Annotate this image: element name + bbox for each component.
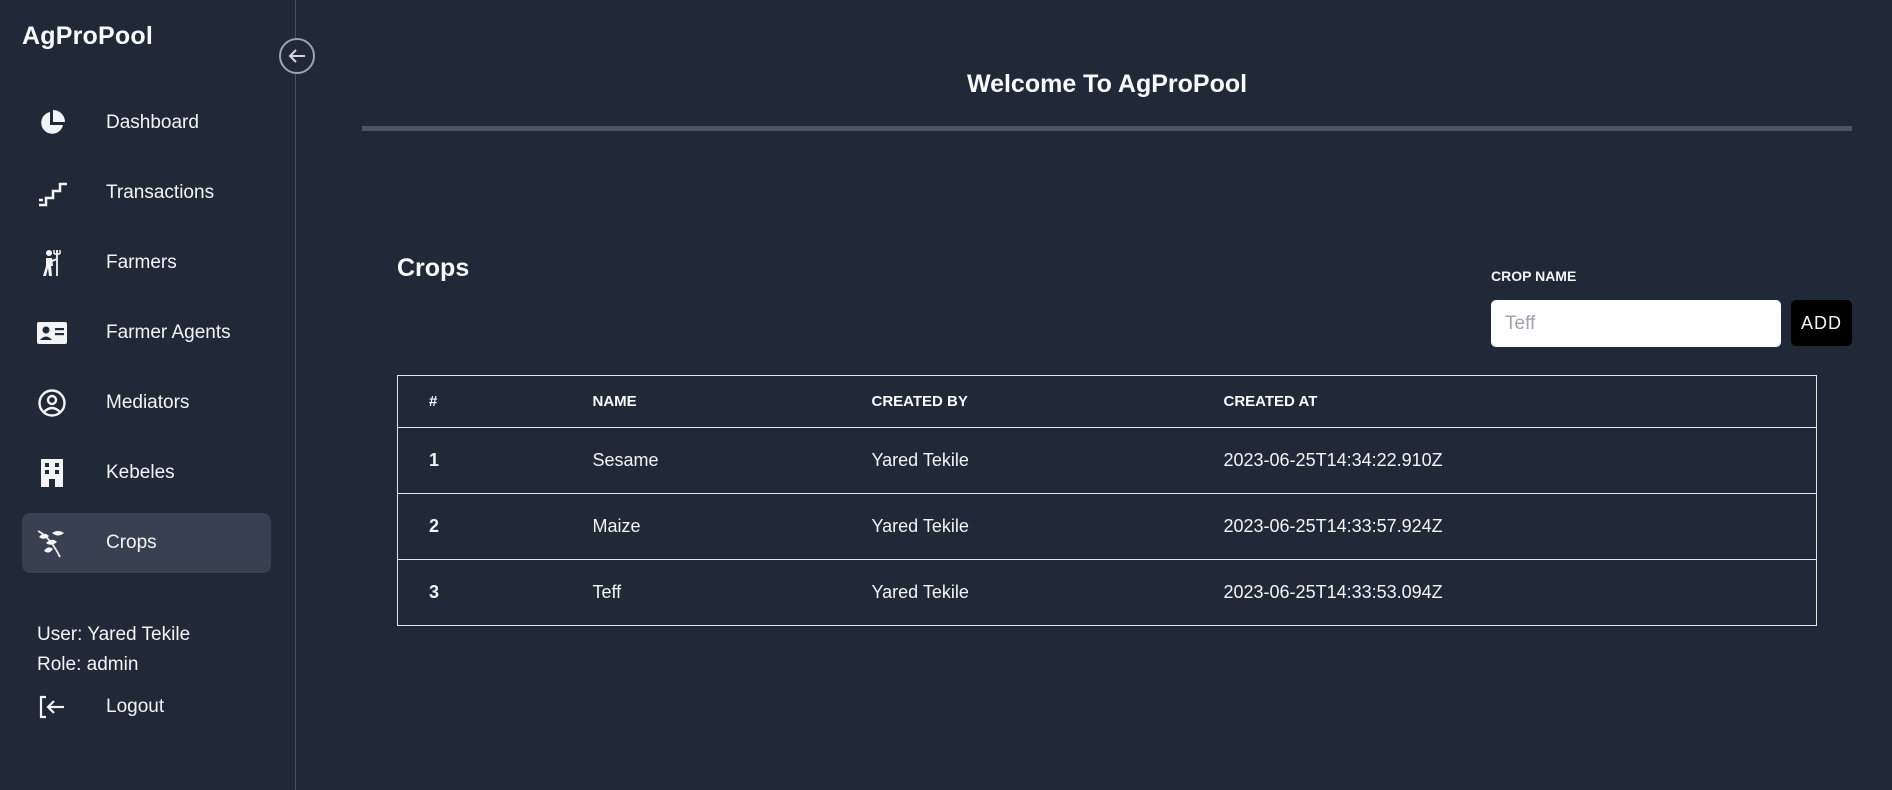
crops-table: # NAME CREATED BY CREATED AT 1 Sesame Ya… [397, 375, 1817, 626]
sidebar-nav: Dashboard Transactions Farmers Farmer Ag… [22, 93, 271, 583]
column-header-number[interactable]: # [397, 375, 593, 428]
arrow-left-icon [288, 49, 305, 63]
table-row[interactable]: 1 Sesame Yared Tekile 2023-06-25T14:34:2… [397, 427, 1817, 494]
building-icon [36, 457, 68, 489]
crop-name-input[interactable] [1491, 300, 1781, 347]
cell-name: Maize [592, 493, 872, 560]
column-header-created-at[interactable]: CREATED AT [1223, 375, 1817, 428]
page-title: Welcome To AgProPool [966, 70, 1248, 98]
table-row[interactable]: 3 Teff Yared Tekile 2023-06-25T14:33:53.… [397, 559, 1817, 626]
section-title: Crops [397, 254, 470, 282]
logout-label: Logout [106, 696, 165, 717]
user-circle-icon [36, 387, 68, 419]
farmer-icon [36, 247, 68, 279]
cell-created-by: Yared Tekile [871, 493, 1224, 560]
sidebar-item-label: Transactions [106, 182, 215, 203]
sidebar-item-label: Farmer Agents [106, 322, 231, 343]
sidebar-item-label: Kebeles [106, 462, 175, 483]
sidebar-item-farmer-agents[interactable]: Farmer Agents [22, 303, 271, 363]
sidebar-item-kebeles[interactable]: Kebeles [22, 443, 271, 503]
logout-icon [36, 691, 68, 723]
stairs-icon [36, 177, 68, 209]
app-logo[interactable]: AgProPool [22, 22, 153, 51]
cell-created-at: 2023-06-25T14:33:53.094Z [1223, 559, 1817, 626]
cell-name: Teff [592, 559, 872, 626]
cell-created-by: Yared Tekile [871, 559, 1224, 626]
cell-created-at: 2023-06-25T14:34:22.910Z [1223, 427, 1817, 494]
user-role: Role: admin [37, 654, 139, 675]
table-header-row: # NAME CREATED BY CREATED AT [397, 375, 1817, 428]
sidebar-item-transactions[interactable]: Transactions [22, 163, 271, 223]
cell-number: 3 [397, 559, 593, 626]
sidebar-item-farmers[interactable]: Farmers [22, 233, 271, 293]
logout-button[interactable]: Logout [36, 690, 164, 724]
user-name: User: Yared Tekile [37, 624, 191, 645]
column-header-created-by[interactable]: CREATED BY [871, 375, 1224, 428]
header-divider [362, 126, 1852, 131]
crop-name-label: CROP NAME [1491, 268, 1577, 284]
table-row[interactable]: 2 Maize Yared Tekile 2023-06-25T14:33:57… [397, 493, 1817, 560]
sidebar-item-label: Mediators [106, 392, 190, 413]
id-card-icon [36, 317, 68, 349]
cell-created-by: Yared Tekile [871, 427, 1224, 494]
user-info: User: Yared Tekile Role: admin [37, 620, 190, 680]
sidebar: AgProPool Dashboard Transactions Farmers… [0, 0, 296, 790]
cell-number: 1 [397, 427, 593, 494]
add-crop-button[interactable]: ADD [1791, 300, 1852, 346]
sidebar-item-label: Farmers [106, 252, 177, 273]
pie-chart-icon [36, 107, 68, 139]
column-header-name[interactable]: NAME [592, 375, 872, 428]
cell-name: Sesame [592, 427, 872, 494]
sidebar-item-crops[interactable]: Crops [22, 513, 271, 573]
leaves-icon [36, 527, 68, 559]
sidebar-collapse-button[interactable] [279, 38, 315, 74]
cell-created-at: 2023-06-25T14:33:57.924Z [1223, 493, 1817, 560]
sidebar-item-label: Dashboard [106, 112, 199, 133]
sidebar-item-mediators[interactable]: Mediators [22, 373, 271, 433]
cell-number: 2 [397, 493, 593, 560]
sidebar-item-dashboard[interactable]: Dashboard [22, 93, 271, 153]
sidebar-item-label: Crops [106, 532, 157, 553]
